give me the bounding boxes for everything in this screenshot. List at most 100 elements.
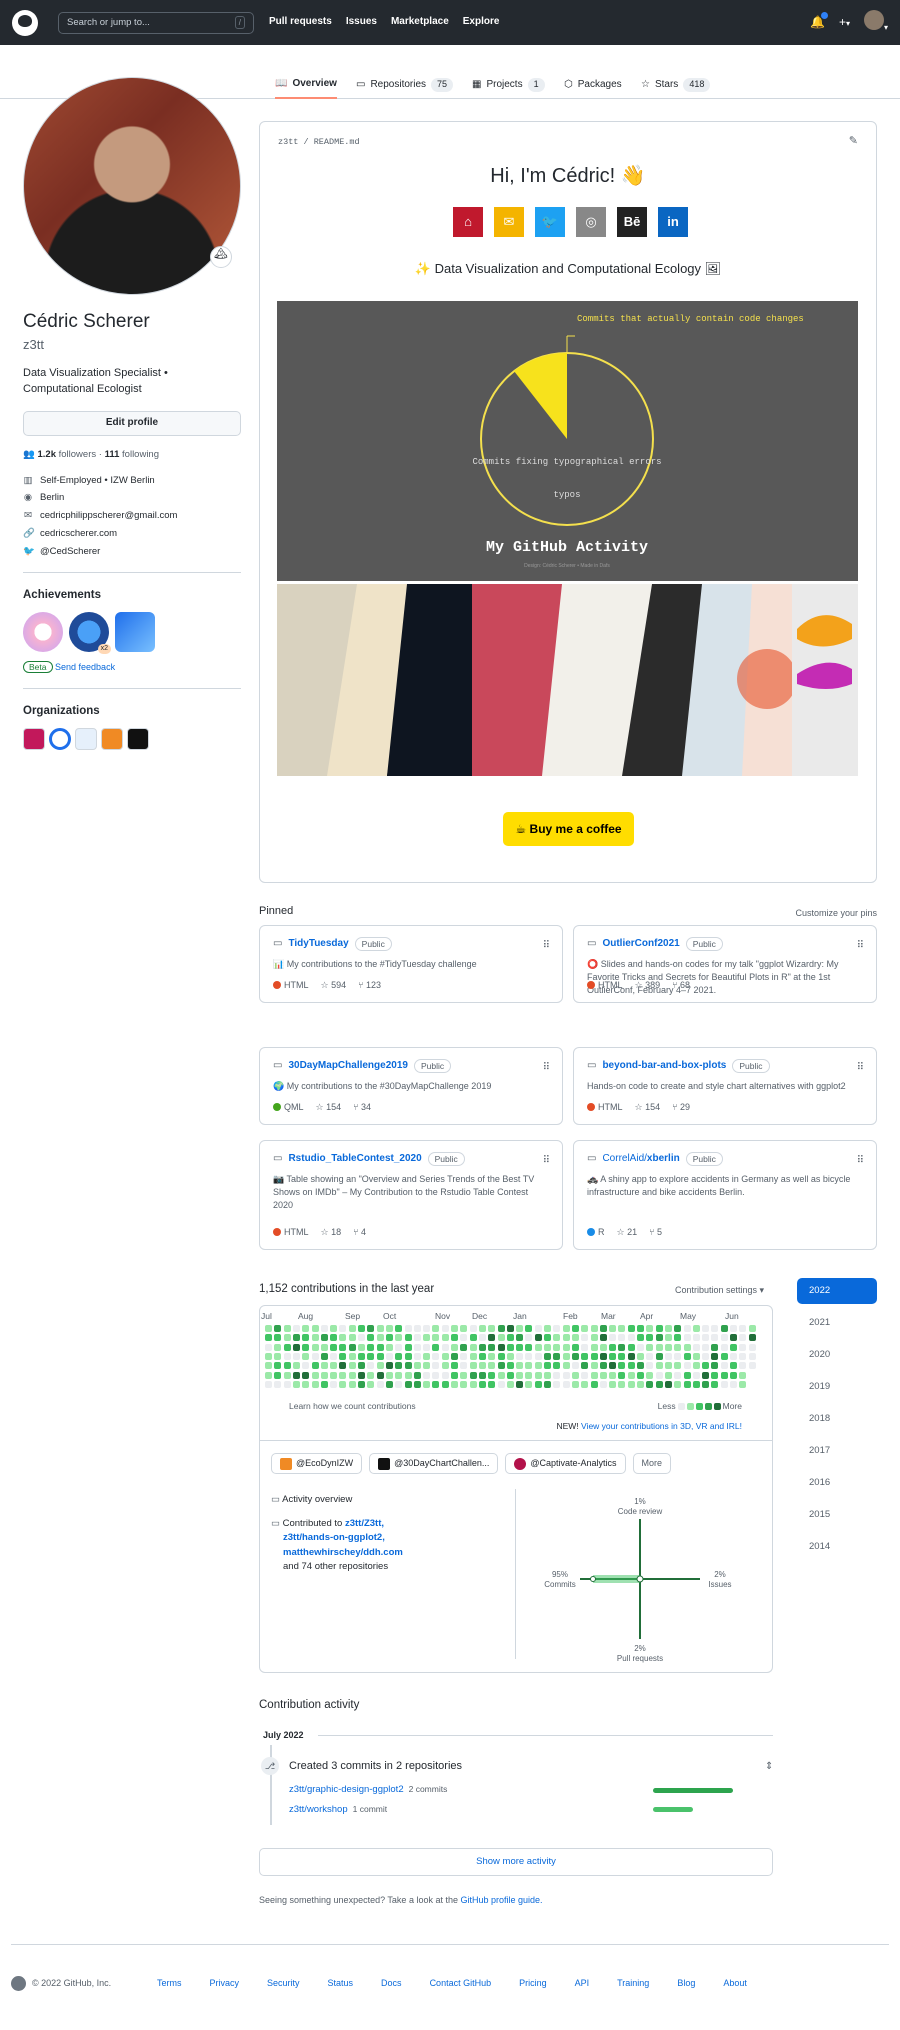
contribution-day-cell[interactable] (311, 1352, 319, 1360)
contribution-day-cell[interactable] (339, 1362, 347, 1370)
contribution-day-cell[interactable] (599, 1343, 607, 1351)
contribution-day-cell[interactable] (516, 1362, 524, 1370)
contribution-day-cell[interactable] (506, 1352, 514, 1360)
contribution-day-cell[interactable] (739, 1343, 747, 1351)
contribution-day-cell[interactable] (265, 1362, 272, 1370)
contribution-day-cell[interactable] (404, 1352, 412, 1360)
contribution-day-cell[interactable] (423, 1380, 431, 1388)
contribution-day-cell[interactable] (348, 1362, 356, 1370)
contribution-day-cell[interactable] (451, 1343, 458, 1351)
contribution-day-cell[interactable] (339, 1352, 347, 1360)
contribution-day-cell[interactable] (702, 1371, 710, 1379)
contribution-day-cell[interactable] (702, 1343, 710, 1351)
contribution-day-cell[interactable] (599, 1334, 607, 1342)
contribution-day-cell[interactable] (711, 1334, 719, 1342)
contribution-day-cell[interactable] (590, 1362, 598, 1370)
contribution-day-cell[interactable] (637, 1352, 644, 1360)
year-link-2022[interactable]: 2022 (797, 1278, 877, 1304)
contribution-day-cell[interactable] (441, 1352, 449, 1360)
contribution-day-cell[interactable] (516, 1334, 524, 1342)
contribution-day-cell[interactable] (311, 1380, 319, 1388)
contribution-day-cell[interactable] (339, 1325, 347, 1332)
contribution-day-cell[interactable] (423, 1334, 431, 1342)
profile-guide-link[interactable]: GitHub profile guide. (461, 1895, 543, 1905)
contribution-day-cell[interactable] (488, 1352, 496, 1360)
contribution-day-cell[interactable] (441, 1325, 449, 1332)
contribution-day-cell[interactable] (385, 1343, 393, 1351)
forks-link[interactable]: ⑂ 68 (672, 979, 690, 992)
activity-commit-count[interactable]: 2 commits (409, 1784, 448, 1794)
contribution-day-cell[interactable] (609, 1371, 617, 1379)
contribution-day-cell[interactable] (441, 1380, 449, 1388)
contribution-day-cell[interactable] (265, 1371, 272, 1379)
contribution-day-cell[interactable] (609, 1380, 617, 1388)
buy-me-a-coffee-button[interactable]: ☕ Buy me a coffee (503, 812, 634, 846)
contribution-day-cell[interactable] (525, 1352, 533, 1360)
tab-overview[interactable]: 📖 Overview (275, 71, 337, 99)
contribution-day-cell[interactable] (451, 1334, 458, 1342)
contribution-day-cell[interactable] (655, 1334, 663, 1342)
contribution-day-cell[interactable] (432, 1343, 440, 1351)
contribution-day-cell[interactable] (320, 1362, 328, 1370)
contribution-day-cell[interactable] (385, 1325, 393, 1332)
contribution-day-cell[interactable] (469, 1371, 477, 1379)
contribution-day-cell[interactable] (302, 1334, 310, 1342)
contribution-day-cell[interactable] (432, 1325, 440, 1332)
contribution-day-cell[interactable] (664, 1325, 672, 1332)
contribution-day-cell[interactable] (339, 1380, 347, 1388)
contribution-day-cell[interactable] (320, 1380, 328, 1388)
send-feedback-link[interactable]: Send feedback (55, 662, 115, 672)
contribution-day-cell[interactable] (488, 1343, 496, 1351)
contribution-day-cell[interactable] (376, 1325, 384, 1332)
contribution-day-cell[interactable] (404, 1380, 412, 1388)
contribution-day-cell[interactable] (274, 1325, 282, 1332)
contribution-day-cell[interactable] (637, 1343, 644, 1351)
contribution-day-cell[interactable] (413, 1334, 421, 1342)
activity-commit-count[interactable]: 1 commit (353, 1804, 387, 1814)
contributed-repo-link[interactable]: matthewhirschey/ddh.com (283, 1547, 403, 1558)
contribution-day-cell[interactable] (646, 1325, 654, 1332)
contribution-day-cell[interactable] (534, 1380, 542, 1388)
contribution-day-cell[interactable] (664, 1362, 672, 1370)
contribution-day-cell[interactable] (553, 1380, 561, 1388)
contribution-day-cell[interactable] (562, 1334, 570, 1342)
contribution-day-cell[interactable] (488, 1380, 496, 1388)
contribution-day-cell[interactable] (581, 1325, 589, 1332)
contribution-day-cell[interactable] (404, 1334, 412, 1342)
contribution-day-cell[interactable] (265, 1334, 272, 1342)
followers-link[interactable]: 1.2k followers (37, 449, 96, 460)
contribution-day-cell[interactable] (460, 1362, 468, 1370)
contribution-day-cell[interactable] (525, 1325, 533, 1332)
contribution-day-cell[interactable] (283, 1362, 291, 1370)
contribution-day-cell[interactable] (497, 1325, 505, 1332)
contribution-day-cell[interactable] (488, 1325, 496, 1332)
contribution-day-cell[interactable] (469, 1362, 477, 1370)
contribution-day-cell[interactable] (711, 1362, 719, 1370)
contribution-day-cell[interactable] (553, 1362, 561, 1370)
contribution-day-cell[interactable] (730, 1343, 737, 1351)
footer-link[interactable]: Contact GitHub (430, 1977, 492, 1990)
contribution-day-cell[interactable] (358, 1380, 365, 1388)
contribution-day-cell[interactable] (330, 1334, 338, 1342)
contribution-day-cell[interactable] (599, 1325, 607, 1332)
contribution-day-cell[interactable] (711, 1380, 719, 1388)
contribution-day-cell[interactable] (590, 1325, 598, 1332)
contribution-day-cell[interactable] (683, 1334, 691, 1342)
contribution-day-cell[interactable] (534, 1371, 542, 1379)
contributed-repo-link[interactable]: z3tt/Z3tt, (345, 1518, 384, 1529)
learn-contributions-link[interactable]: Learn how we count contributions (289, 1400, 416, 1412)
contribution-day-cell[interactable] (674, 1325, 682, 1332)
contribution-day-cell[interactable] (330, 1325, 338, 1332)
contribution-day-cell[interactable] (599, 1362, 607, 1370)
status-emoji-icon[interactable]: 🏔 (210, 246, 232, 268)
contribution-day-cell[interactable] (730, 1362, 737, 1370)
forks-link[interactable]: ⑂ 29 (672, 1101, 690, 1114)
contribution-day-cell[interactable] (497, 1380, 505, 1388)
contribution-day-cell[interactable] (655, 1371, 663, 1379)
contribution-day-cell[interactable] (646, 1334, 654, 1342)
instagram-icon[interactable]: ◎ (576, 207, 606, 237)
contribution-day-cell[interactable] (609, 1362, 617, 1370)
contribution-day-cell[interactable] (506, 1362, 514, 1370)
contribution-day-cell[interactable] (646, 1362, 654, 1370)
contribution-day-cell[interactable] (478, 1352, 486, 1360)
